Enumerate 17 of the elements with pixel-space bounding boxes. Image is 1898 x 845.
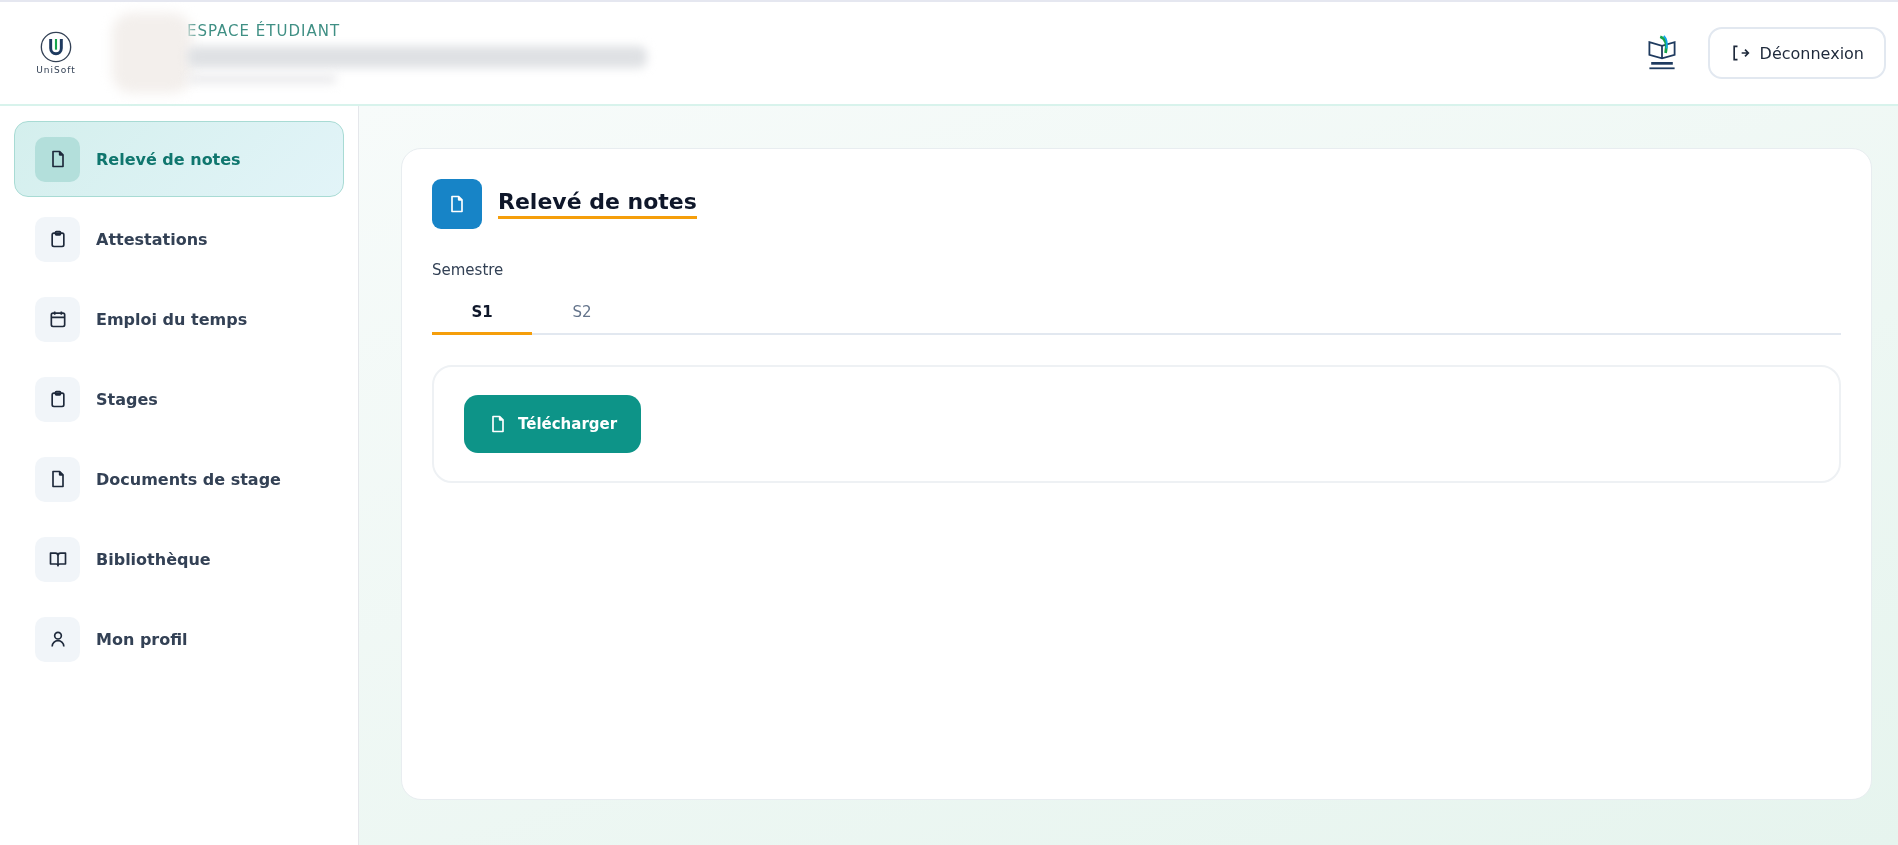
sidebar-item[interactable]: Stages <box>14 361 344 437</box>
logo-text: UniSoft <box>36 65 76 75</box>
sidebar-item[interactable]: Relevé de notes <box>14 121 344 197</box>
sidebar-item[interactable]: Bibliothèque <box>14 521 344 597</box>
sidebar-item[interactable]: Attestations <box>14 201 344 277</box>
semester-tab[interactable]: S2 <box>532 291 632 335</box>
semester-label: Semestre <box>432 261 505 279</box>
download-button[interactable]: Télécharger <box>464 395 642 453</box>
sidebar-item[interactable]: Emploi du temps <box>14 281 344 357</box>
sidebar-item[interactable]: Documents de stage <box>14 441 344 517</box>
sidebar-item[interactable]: Mon profil <box>14 601 344 677</box>
semester-tab[interactable]: S1 <box>432 291 532 335</box>
portal-label: ESPACE ÉTUDIANT <box>187 22 342 40</box>
logout-button[interactable]: Déconnexion <box>1707 27 1886 79</box>
page-title: Relevé de notes <box>498 189 697 219</box>
book-icon <box>47 549 68 569</box>
u-letter-icon <box>40 31 72 63</box>
